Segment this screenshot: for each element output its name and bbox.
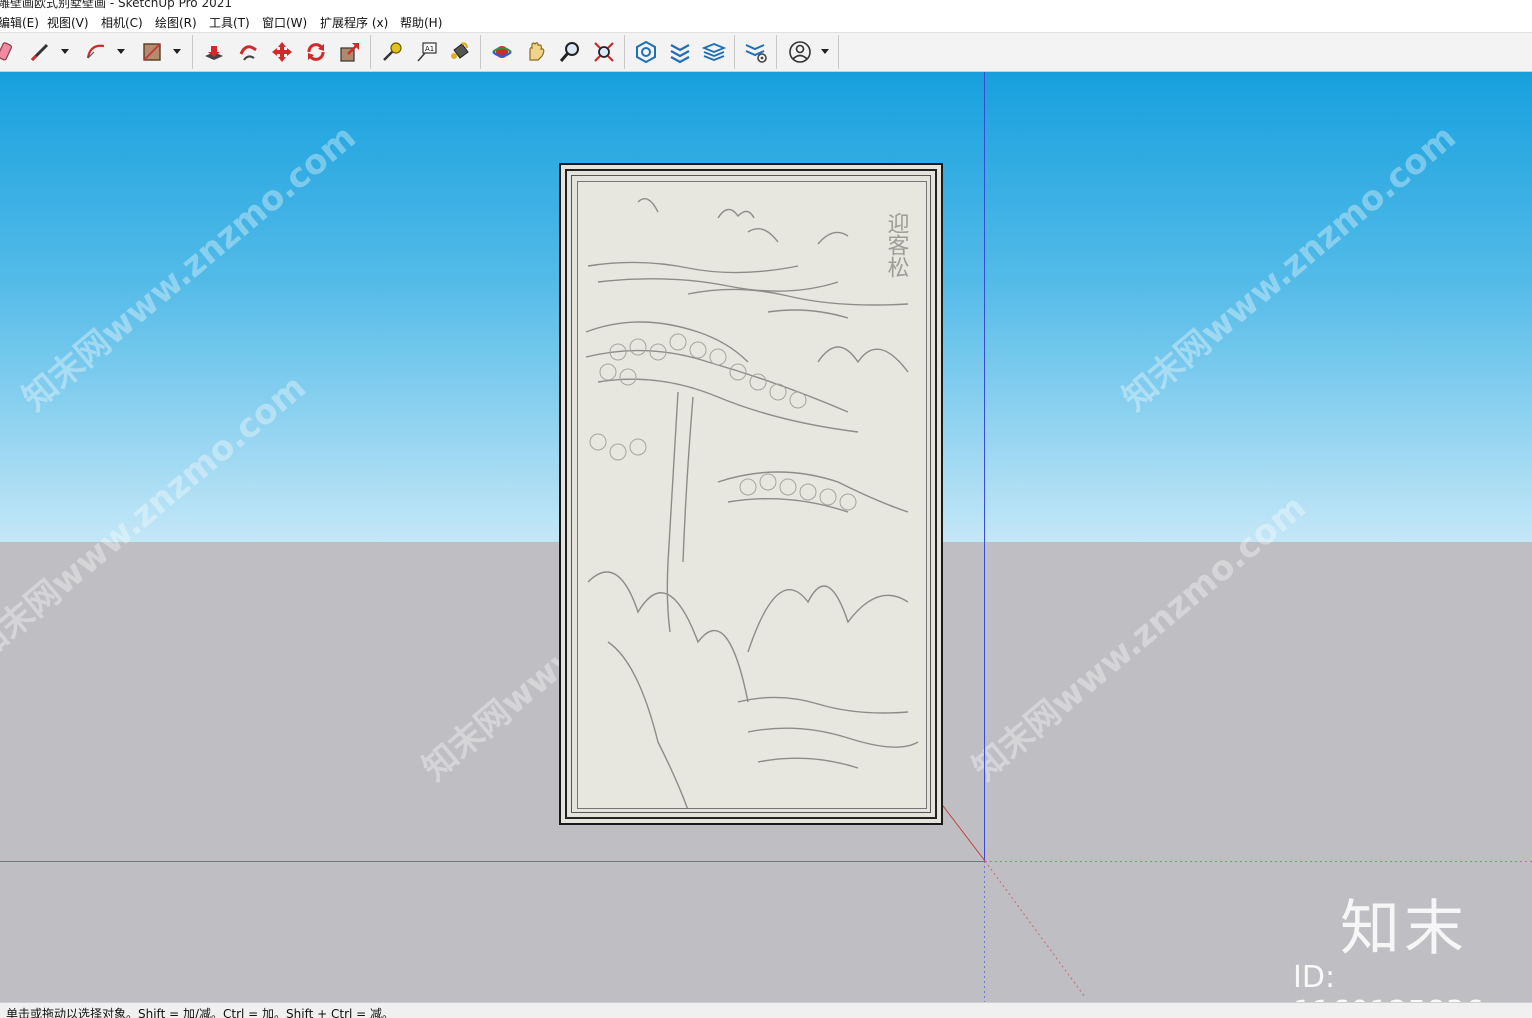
warehouse-icon[interactable] bbox=[632, 38, 660, 66]
blue-axis bbox=[984, 72, 985, 861]
text-label-icon[interactable]: A1 bbox=[412, 38, 440, 66]
text-tool-glyph: A1 bbox=[425, 45, 434, 53]
zoom-icon[interactable] bbox=[556, 38, 584, 66]
pine-landscape-relief: 迎客松 bbox=[585, 198, 919, 808]
menu-bar: 编辑(E) 视图(V) 相机(C) 绘图(R) 工具(T) 窗口(W) 扩展程序… bbox=[0, 10, 1532, 32]
window-titlebar: 雕壁画欧式别墅壁画 - SketchUp Pro 2021 bbox=[0, 0, 1532, 10]
chevron-down-icon[interactable] bbox=[172, 43, 182, 59]
status-hint: 单击或拖动以选择对象。Shift = 加/减。Ctrl = 加。Shift + … bbox=[6, 1007, 395, 1018]
menu-edit[interactable]: 编辑(E) bbox=[0, 14, 39, 31]
pencil-line-icon[interactable] bbox=[26, 38, 54, 66]
menu-extensions[interactable]: 扩展程序 (x) bbox=[320, 14, 388, 31]
main-toolbar: A1 bbox=[0, 32, 1532, 72]
menu-window[interactable]: 窗口(W) bbox=[262, 14, 307, 31]
status-bar: 单击或拖动以选择对象。Shift = 加/减。Ctrl = 加。Shift + … bbox=[0, 1002, 1532, 1018]
brand-id: ID: 1160125836 bbox=[1293, 960, 1484, 1002]
chevron-down-icon[interactable] bbox=[116, 43, 126, 59]
eraser-icon[interactable] bbox=[0, 38, 20, 66]
toolbar-separator bbox=[480, 35, 481, 69]
menu-view[interactable]: 视图(V) bbox=[47, 14, 89, 31]
toolbar-separator bbox=[734, 35, 735, 69]
toolbar-separator bbox=[776, 35, 777, 69]
paint-bucket-icon[interactable] bbox=[446, 38, 474, 66]
layout-icon[interactable] bbox=[700, 38, 728, 66]
user-account-icon[interactable] bbox=[786, 38, 814, 66]
toolbar-separator bbox=[370, 35, 371, 69]
menu-draw[interactable]: 绘图(R) bbox=[155, 14, 197, 31]
arc-icon[interactable] bbox=[82, 38, 110, 66]
menu-tools[interactable]: 工具(T) bbox=[209, 14, 250, 31]
green-axis bbox=[0, 861, 985, 862]
chevron-down-icon[interactable] bbox=[820, 43, 830, 59]
orbit-icon[interactable] bbox=[488, 38, 516, 66]
relief-carving: 迎客松 bbox=[577, 181, 927, 809]
relief-panel[interactable]: 迎客松 bbox=[559, 163, 943, 825]
tape-measure-icon[interactable] bbox=[378, 38, 406, 66]
brand-logo: 知末 bbox=[1340, 894, 1468, 964]
zoom-extents-icon[interactable] bbox=[590, 38, 618, 66]
follow-me-icon[interactable] bbox=[234, 38, 262, 66]
toolbar-separator bbox=[838, 35, 839, 69]
3d-viewport[interactable]: 知末网www.znzmo.com 知末网www.znzmo.com 知末网www… bbox=[0, 72, 1532, 1002]
panel-inscription: 迎客松 bbox=[884, 212, 910, 278]
rectangle-icon[interactable] bbox=[138, 38, 166, 66]
push-pull-icon[interactable] bbox=[200, 38, 228, 66]
rotate-icon[interactable] bbox=[302, 38, 330, 66]
toolbar-separator bbox=[624, 35, 625, 69]
chevron-down-icon[interactable] bbox=[60, 43, 70, 59]
window-title: 雕壁画欧式别墅壁画 - SketchUp Pro 2021 bbox=[0, 0, 232, 10]
menu-help[interactable]: 帮助(H) bbox=[400, 14, 442, 31]
move-icon[interactable] bbox=[268, 38, 296, 66]
pan-icon[interactable] bbox=[522, 38, 550, 66]
scale-icon[interactable] bbox=[336, 38, 364, 66]
toolbar-separator bbox=[192, 35, 193, 69]
menu-camera[interactable]: 相机(C) bbox=[101, 14, 143, 31]
red-axis bbox=[939, 801, 1086, 998]
extension-warehouse-icon[interactable] bbox=[666, 38, 694, 66]
extension-manager-icon[interactable] bbox=[742, 38, 770, 66]
